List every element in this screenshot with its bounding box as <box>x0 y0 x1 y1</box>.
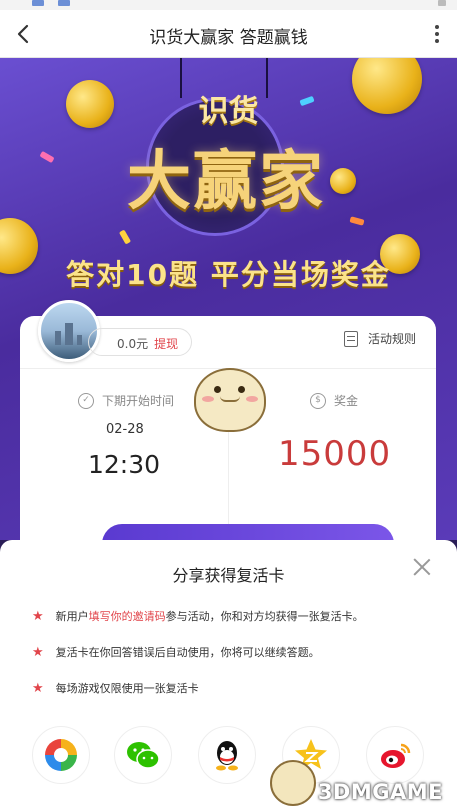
mascot <box>190 362 270 438</box>
qq-icon[interactable] <box>198 726 256 784</box>
balance-pill: 0.0元 提现 <box>88 328 192 356</box>
slogan: 答对10题 平分当场奖金 <box>66 258 391 291</box>
rule-text: 新用户 <box>55 610 89 623</box>
star-icon: ★ <box>32 608 44 624</box>
wechat-icon[interactable] <box>114 726 172 784</box>
status-icon <box>32 0 44 6</box>
share-icons-row <box>0 726 457 786</box>
sheet-title: 分享获得复活卡 <box>172 566 285 585</box>
withdraw-link[interactable]: 提现 <box>154 337 178 351</box>
status-icon <box>58 0 70 6</box>
moments-icon[interactable] <box>32 726 90 784</box>
next-date: 02-28 <box>106 422 144 437</box>
nav-bar: 识货大赢家 答题赢钱 <box>0 10 457 58</box>
star-icon: ★ <box>32 680 44 696</box>
rule-highlight: 填写你的邀请码 <box>88 610 166 623</box>
logo-text-small: 识货 <box>198 94 259 129</box>
status-icon <box>438 0 446 6</box>
close-icon[interactable] <box>411 556 433 578</box>
more-vertical-icon[interactable] <box>431 22 443 46</box>
rule-item: ★ 每场游戏仅限使用一张复活卡 <box>32 680 199 696</box>
prize-label-text: 奖金 <box>334 394 359 408</box>
confetti <box>39 150 55 164</box>
money-icon: $ <box>310 392 326 409</box>
prize-value: 15000 <box>278 434 392 474</box>
rule-item: ★ 新用户 填写你的邀请码 参与活动，你和对方均获得一张复活卡。 <box>32 608 364 624</box>
prize-label: $ 奖金 <box>310 392 358 409</box>
confetti <box>118 229 132 245</box>
join-button[interactable] <box>102 524 394 540</box>
document-icon <box>343 330 358 347</box>
rules-label: 活动规则 <box>367 332 416 346</box>
star-icon: ★ <box>32 644 44 660</box>
rule-text: 每场游戏仅限使用一张复活卡 <box>55 682 199 695</box>
rule-item: ★ 复活卡在你回答错误后自动使用，你将可以继续答题。 <box>32 644 320 660</box>
next-time-label: ✓ 下期开始时间 <box>78 392 174 409</box>
share-sheet: 分享获得复活卡 ★ 新用户 填写你的邀请码 参与活动，你和对方均获得一张复活卡。 ★… <box>0 540 457 810</box>
page-title: 识货大赢家 答题赢钱 <box>149 28 308 48</box>
watermark-mascot <box>270 760 316 806</box>
status-bar <box>0 0 457 10</box>
next-time: 12:30 <box>88 450 161 479</box>
avatar[interactable] <box>38 300 100 362</box>
rules-link[interactable]: 活动规则 <box>343 330 416 347</box>
clock-icon: ✓ <box>78 392 94 409</box>
rule-text: 参与活动，你和对方均获得一张复活卡。 <box>165 610 364 623</box>
weibo-icon[interactable] <box>366 726 424 784</box>
rule-text: 复活卡在你回答错误后自动使用，你将可以继续答题。 <box>55 646 320 659</box>
next-time-label-text: 下期开始时间 <box>102 394 175 408</box>
hero-banner: 识货 大赢家 答对10题 平分当场奖金 0.0元 提现 活动规则 ✓ 下期开始时间… <box>0 58 457 540</box>
balance-amount: 0.0元 <box>117 337 149 351</box>
logo-text-big: 大赢家 <box>127 145 325 219</box>
watermark: 3DMGAME <box>317 780 443 804</box>
